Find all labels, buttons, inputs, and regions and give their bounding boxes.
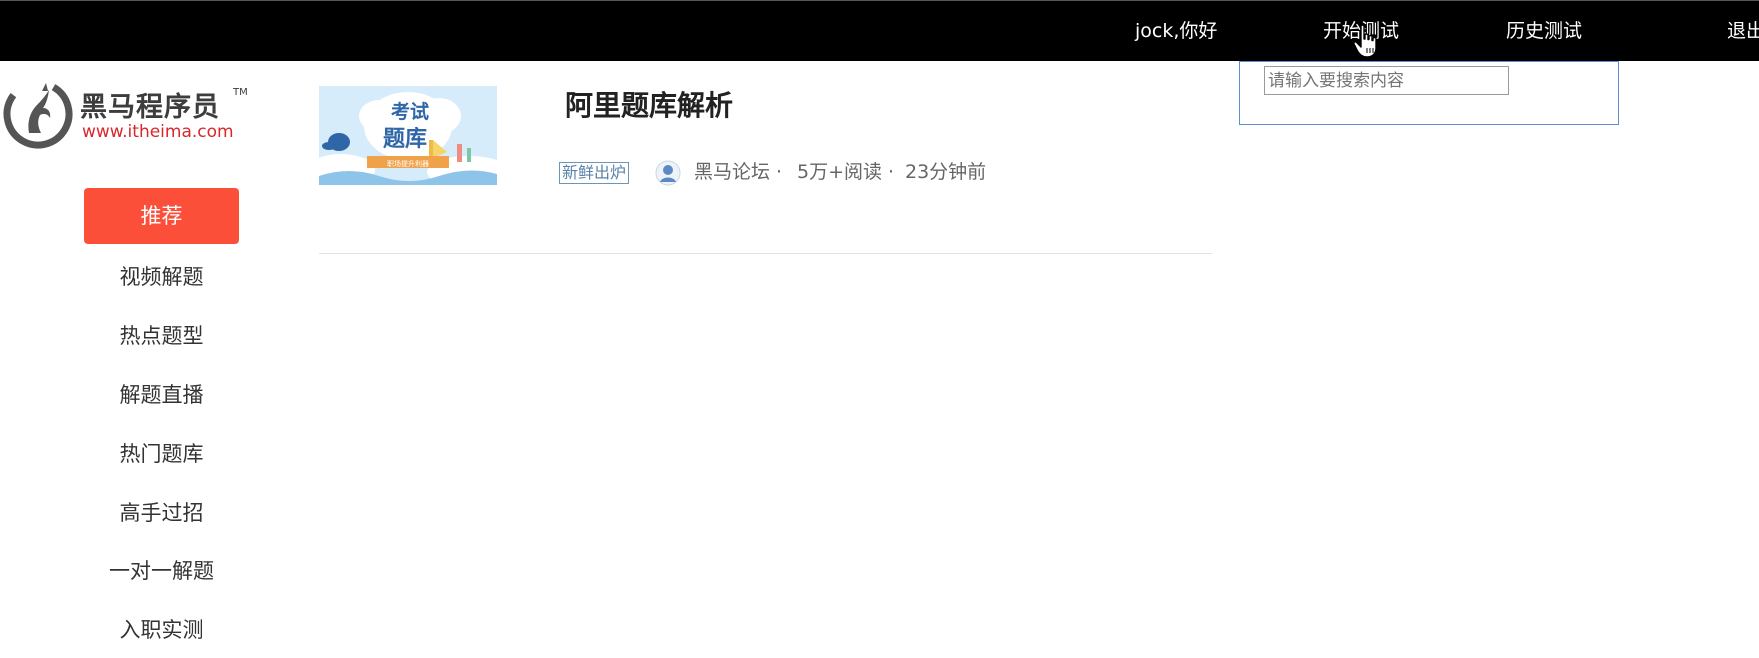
logo-url: www.itheima.com (82, 122, 234, 142)
article-source[interactable]: 黑马论坛 · (694, 158, 782, 186)
menu-item-one-on-one[interactable]: 一对一解题 (84, 543, 239, 599)
thumb-title-line1: 考试 (391, 101, 429, 123)
search-input[interactable] (1264, 66, 1509, 95)
menu-item-expert-duel[interactable]: 高手过招 (84, 485, 239, 541)
logo-brand-name: 黑马程序员 (80, 92, 220, 123)
hand-pointer-icon (1353, 24, 1377, 58)
search-dropdown (1239, 61, 1619, 125)
thumb-title-line2: 题库 (383, 127, 427, 152)
user-greeting: jock,你好 (1135, 20, 1218, 42)
menu-item-popular-banks[interactable]: 热门题库 (84, 426, 239, 482)
logout-link[interactable]: 退出 (1727, 1, 1759, 62)
forum-avatar-icon (655, 160, 681, 186)
menu-item-hot-question-types[interactable]: 热点题型 (84, 308, 239, 364)
article-thumbnail[interactable]: 考试 题库 职场提升利器 (319, 86, 497, 185)
article-title[interactable]: 阿里题库解析 (565, 84, 733, 124)
menu-item-recommend[interactable]: 推荐 (84, 188, 239, 244)
site-logo[interactable]: 黑马程序员 TM www.itheima.com (2, 75, 252, 155)
article-divider (319, 253, 1212, 254)
article-read-count: 5万+阅读 · (797, 161, 895, 183)
top-nav-bar: jock,你好 开始测试 历史测试 退出 (0, 0, 1759, 61)
menu-item-video-solutions[interactable]: 视频解题 (84, 249, 239, 305)
thumb-ribbon-text: 职场提升利器 (387, 159, 429, 168)
article-tag-badge: 新鲜出炉 (559, 162, 630, 184)
logo-trademark: TM (233, 87, 248, 98)
horse-logo-icon (3, 79, 73, 149)
menu-item-live-solving[interactable]: 解题直播 (84, 367, 239, 423)
article-timestamp: 23分钟前 (905, 161, 987, 183)
history-test-link[interactable]: 历史测试 (1506, 1, 1582, 62)
